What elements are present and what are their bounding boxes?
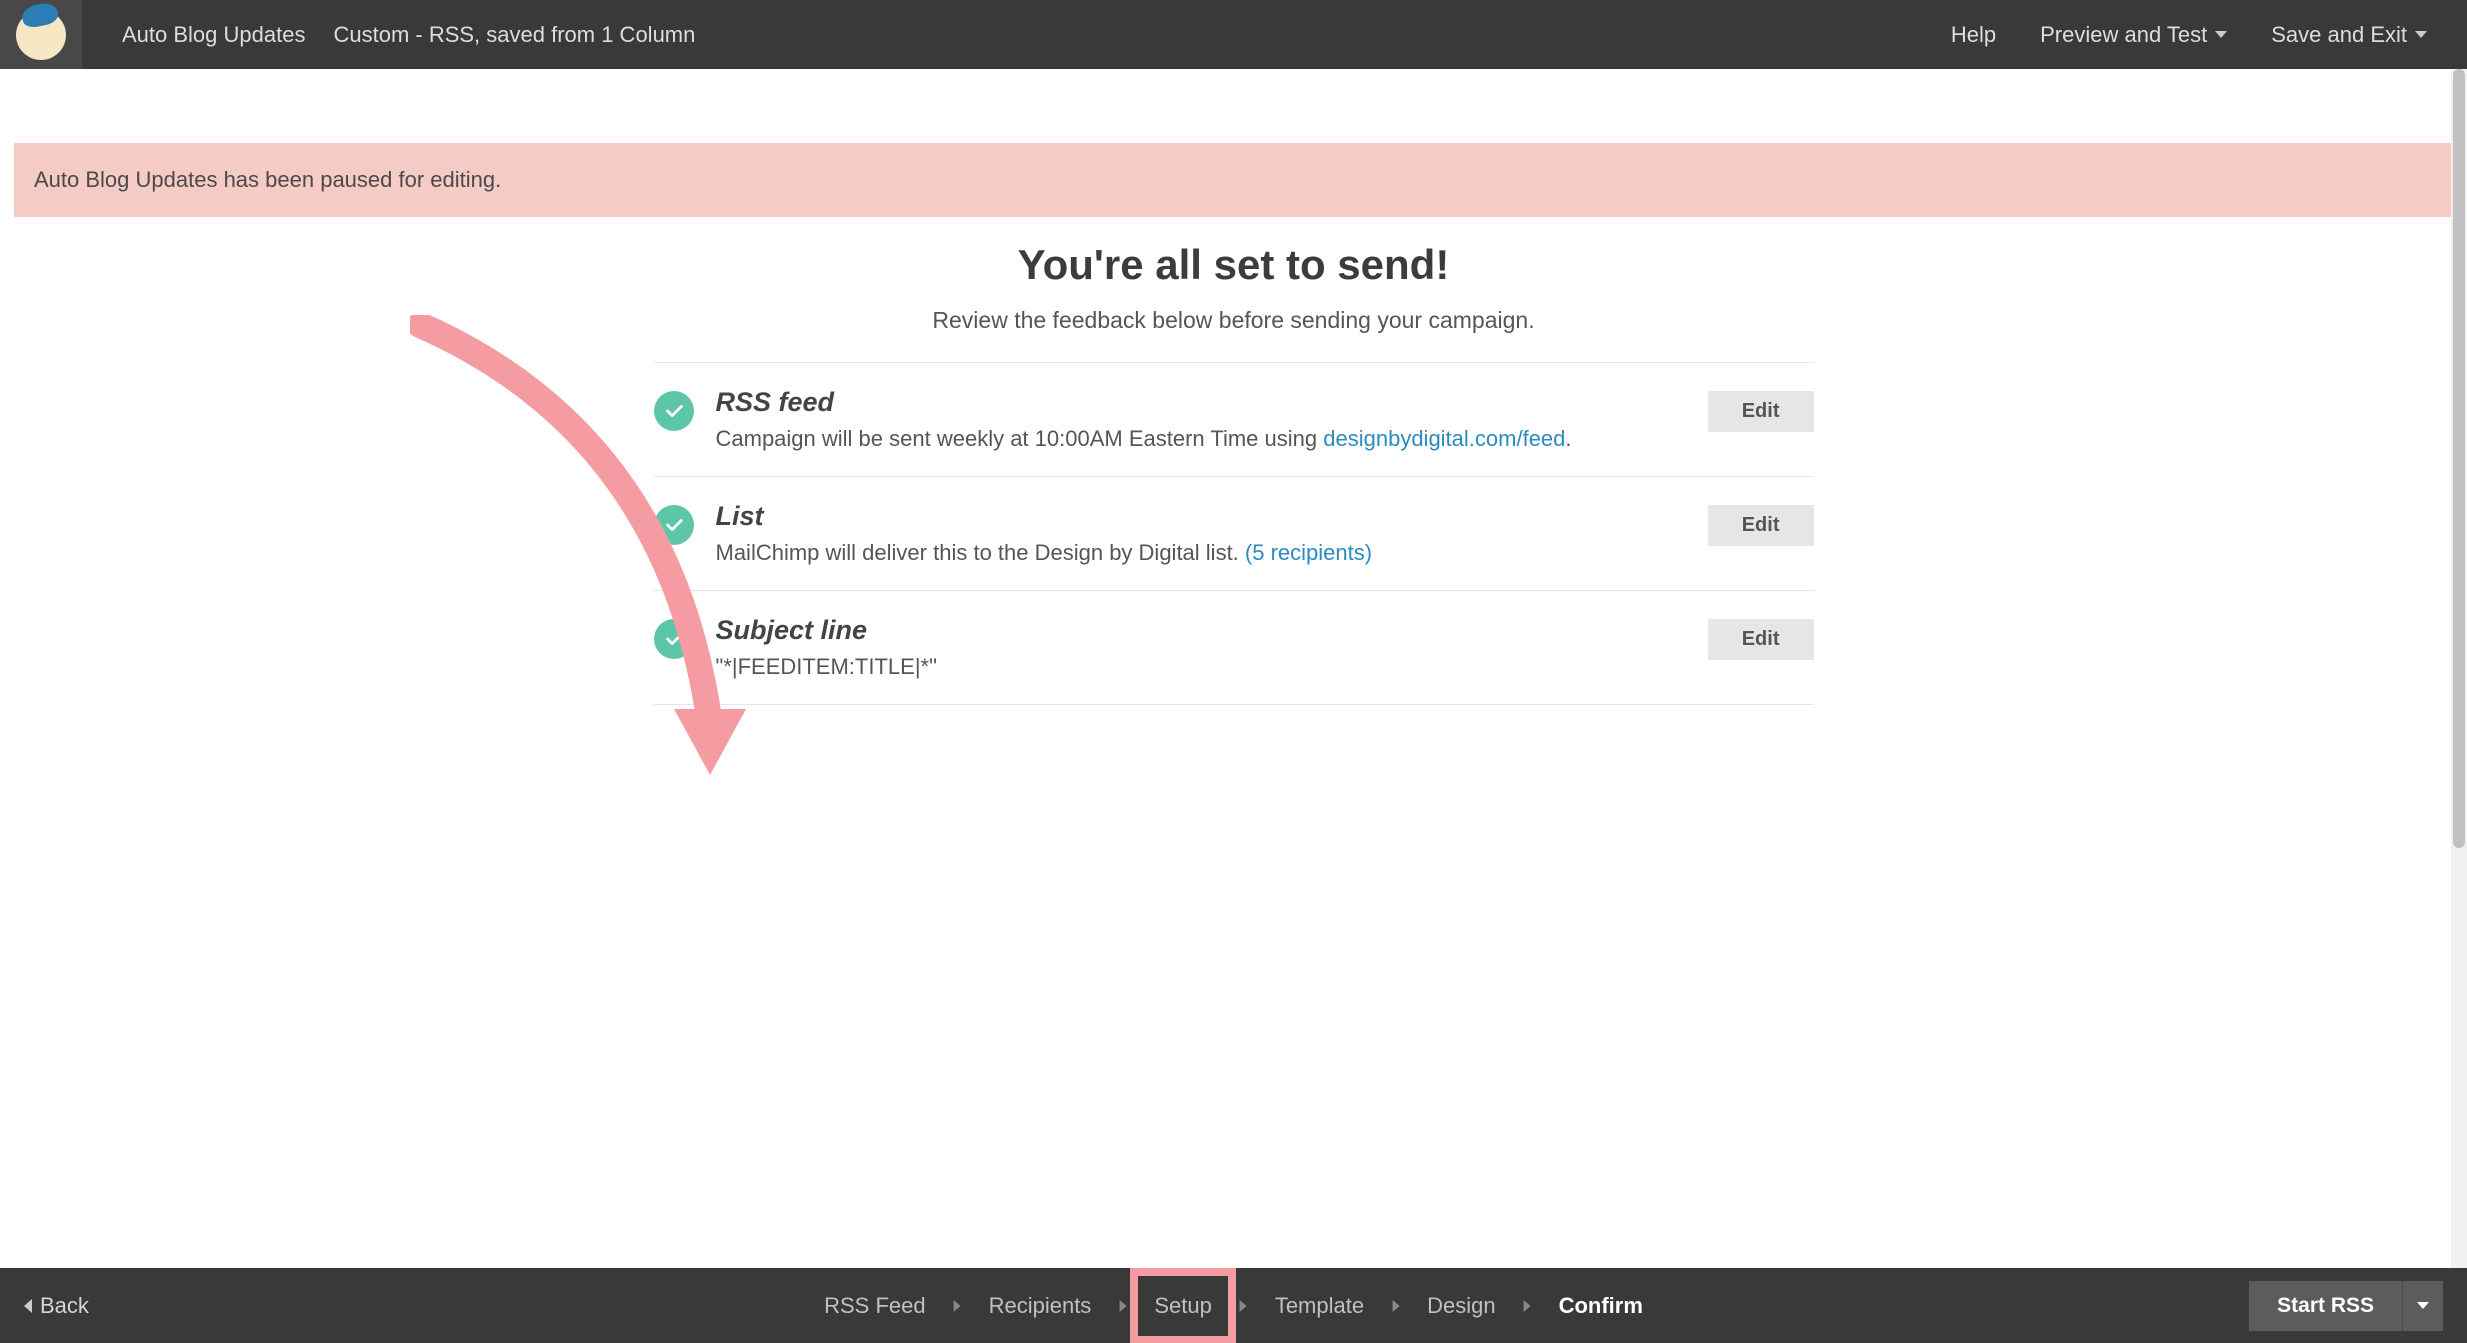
scrollbar-track[interactable]	[2451, 69, 2467, 1268]
step-confirm[interactable]: Confirm	[1549, 1271, 1653, 1341]
chevron-right-icon	[1392, 1300, 1399, 1312]
review-desc-list: MailChimp will deliver this to the Desig…	[716, 540, 1708, 566]
alert-text: Auto Blog Updates has been paused for ed…	[34, 167, 501, 192]
logo-box[interactable]	[0, 0, 82, 69]
mailchimp-logo-icon	[16, 10, 66, 60]
step-recipients[interactable]: Recipients	[979, 1271, 1102, 1341]
check-icon	[654, 619, 694, 659]
review-body: RSS feed Campaign will be sent weekly at…	[716, 387, 1708, 452]
help-label: Help	[1951, 22, 1996, 48]
wizard-steps: RSS Feed Recipients Setup Template Desig…	[814, 1271, 1653, 1341]
step-setup[interactable]: Setup	[1144, 1271, 1222, 1341]
review-body: Subject line "*|FEEDITEM:TITLE|*"	[716, 615, 1708, 680]
check-icon	[654, 391, 694, 431]
edit-subject-button[interactable]: Edit	[1708, 619, 1814, 660]
start-rss-button[interactable]: Start RSS	[2249, 1281, 2402, 1331]
help-link[interactable]: Help	[1951, 22, 1996, 48]
step-template[interactable]: Template	[1265, 1271, 1374, 1341]
back-button[interactable]: Back	[24, 1293, 89, 1319]
scrollbar-thumb[interactable]	[2453, 69, 2465, 848]
campaign-name[interactable]: Auto Blog Updates	[122, 22, 305, 48]
review-body: List MailChimp will deliver this to the …	[716, 501, 1708, 566]
review-title-subject: Subject line	[716, 615, 1708, 646]
chevron-right-icon	[954, 1300, 961, 1312]
review-title-list: List	[716, 501, 1708, 532]
page-title: You're all set to send!	[14, 241, 2453, 289]
recipients-link[interactable]: (5 recipients)	[1245, 540, 1372, 565]
chevron-down-icon	[2415, 31, 2427, 38]
preview-label: Preview and Test	[2040, 22, 2207, 48]
alert-banner: Auto Blog Updates has been paused for ed…	[14, 143, 2453, 217]
review-row-rss: RSS feed Campaign will be sent weekly at…	[654, 362, 1814, 476]
page-subtitle: Review the feedback below before sending…	[14, 307, 2453, 334]
chevron-right-icon	[1240, 1300, 1247, 1312]
chevron-down-icon	[2215, 31, 2227, 38]
footer-bar: Back RSS Feed Recipients Setup Template …	[0, 1268, 2467, 1343]
step-design[interactable]: Design	[1417, 1271, 1505, 1341]
preview-test-dropdown[interactable]: Preview and Test	[2040, 22, 2227, 48]
review-title-rss: RSS feed	[716, 387, 1708, 418]
chevron-down-icon	[2417, 1302, 2429, 1309]
save-exit-label: Save and Exit	[2271, 22, 2407, 48]
start-rss-group: Start RSS	[2249, 1281, 2443, 1331]
check-icon	[654, 505, 694, 545]
content-area: Auto Blog Updates has been paused for ed…	[0, 69, 2467, 1268]
review-row-partial	[654, 704, 1814, 729]
step-rss-feed[interactable]: RSS Feed	[814, 1271, 936, 1341]
template-description: Custom - RSS, saved from 1 Column	[333, 22, 695, 48]
save-exit-dropdown[interactable]: Save and Exit	[2271, 22, 2427, 48]
top-header: Auto Blog Updates Custom - RSS, saved fr…	[0, 0, 2467, 69]
review-list: RSS feed Campaign will be sent weekly at…	[654, 362, 1814, 729]
review-row-list: List MailChimp will deliver this to the …	[654, 476, 1814, 590]
start-rss-dropdown[interactable]	[2402, 1281, 2443, 1331]
chevron-right-icon	[1119, 1300, 1126, 1312]
review-row-subject: Subject line "*|FEEDITEM:TITLE|*" Edit	[654, 590, 1814, 704]
back-label: Back	[40, 1293, 89, 1319]
review-desc-subject: "*|FEEDITEM:TITLE|*"	[716, 654, 1708, 680]
edit-rss-button[interactable]: Edit	[1708, 391, 1814, 432]
review-desc-rss: Campaign will be sent weekly at 10:00AM …	[716, 426, 1708, 452]
rss-feed-link[interactable]: designbydigital.com/feed	[1323, 426, 1565, 451]
chevron-right-icon	[1524, 1300, 1531, 1312]
chevron-left-icon	[24, 1299, 32, 1313]
edit-list-button[interactable]: Edit	[1708, 505, 1814, 546]
